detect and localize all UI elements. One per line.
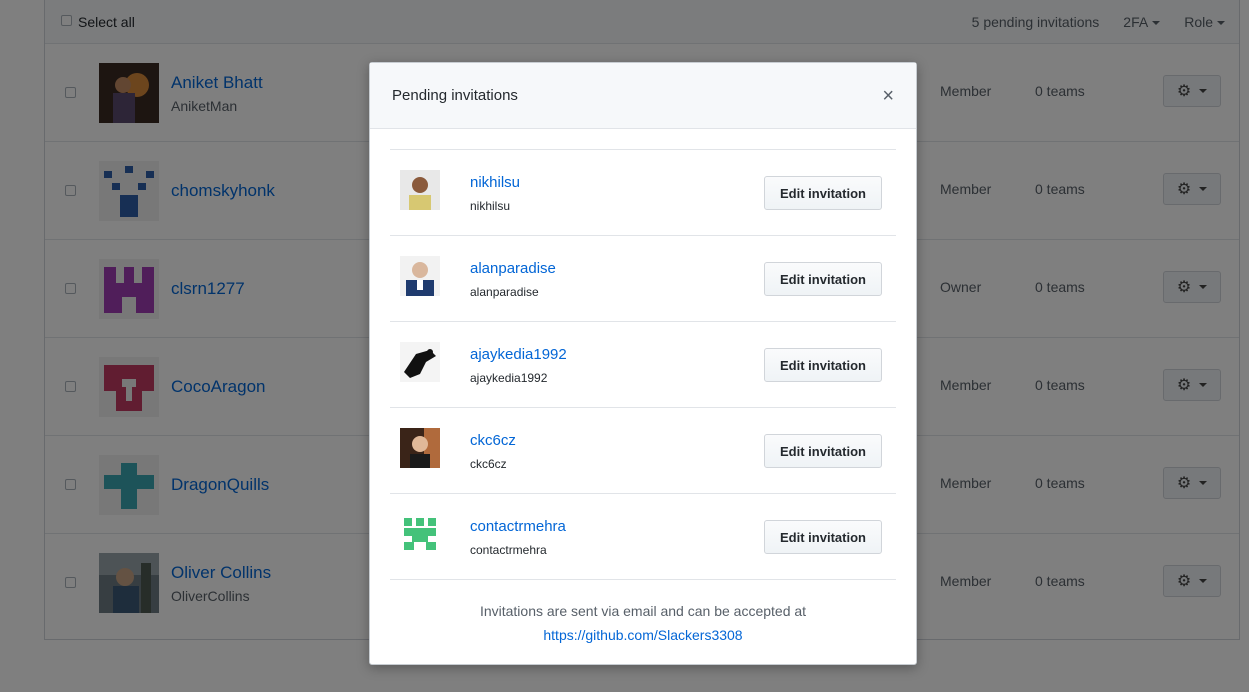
org-invitation-link[interactable]: https://github.com/Slackers3308 <box>370 623 916 647</box>
edit-invitation-button[interactable]: Edit invitation <box>764 520 882 554</box>
invitation-list: nikhilsu nikhilsu Edit invitation alanpa… <box>390 149 896 580</box>
avatar[interactable] <box>400 170 440 210</box>
edit-invitation-button[interactable]: Edit invitation <box>764 434 882 468</box>
dialog-footer: Invitations are sent via email and can b… <box>370 599 916 647</box>
invitee-login: nikhilsu <box>470 199 511 213</box>
invitee-name[interactable]: nikhilsu <box>470 174 520 191</box>
edit-invitation-button[interactable]: Edit invitation <box>764 348 882 382</box>
invitee-name[interactable]: alanparadise <box>470 260 556 277</box>
invitee-login: contactrmehra <box>470 543 547 557</box>
invitee-name[interactable]: contactrmehra <box>470 518 566 535</box>
avatar[interactable] <box>400 428 440 468</box>
close-icon[interactable]: × <box>882 86 894 106</box>
dialog-header: Pending invitations × <box>370 63 916 129</box>
invitation-item: nikhilsu nikhilsu Edit invitation <box>390 150 896 236</box>
invitee-login: alanparadise <box>470 285 539 299</box>
invitation-item: contactrmehra contactrmehra Edit invitat… <box>390 494 896 580</box>
avatar-photo-icon <box>400 170 440 210</box>
invitation-item: ajaykedia1992 ajaykedia1992 Edit invitat… <box>390 322 896 408</box>
edit-invitation-button[interactable]: Edit invitation <box>764 262 882 296</box>
invitee-name[interactable]: ckc6cz <box>470 432 516 449</box>
invitation-item: ckc6cz ckc6cz Edit invitation <box>390 408 896 494</box>
avatar-photo-icon <box>400 342 440 382</box>
avatar[interactable] <box>400 256 440 296</box>
pending-invitations-dialog: Pending invitations × nikhilsu nikhilsu … <box>369 62 917 665</box>
avatar-photo-icon <box>400 256 440 296</box>
invitation-item: alanparadise alanparadise Edit invitatio… <box>390 236 896 322</box>
invitee-login: ajaykedia1992 <box>470 371 548 385</box>
invitee-login: ckc6cz <box>470 457 507 471</box>
edit-invitation-button[interactable]: Edit invitation <box>764 176 882 210</box>
footer-text: Invitations are sent via email and can b… <box>479 603 807 619</box>
invitee-name[interactable]: ajaykedia1992 <box>470 346 567 363</box>
avatar-photo-icon <box>400 428 440 468</box>
avatar[interactable] <box>400 342 440 382</box>
dialog-title: Pending invitations <box>392 87 518 104</box>
identicon-icon <box>400 514 440 554</box>
avatar[interactable] <box>400 514 440 554</box>
